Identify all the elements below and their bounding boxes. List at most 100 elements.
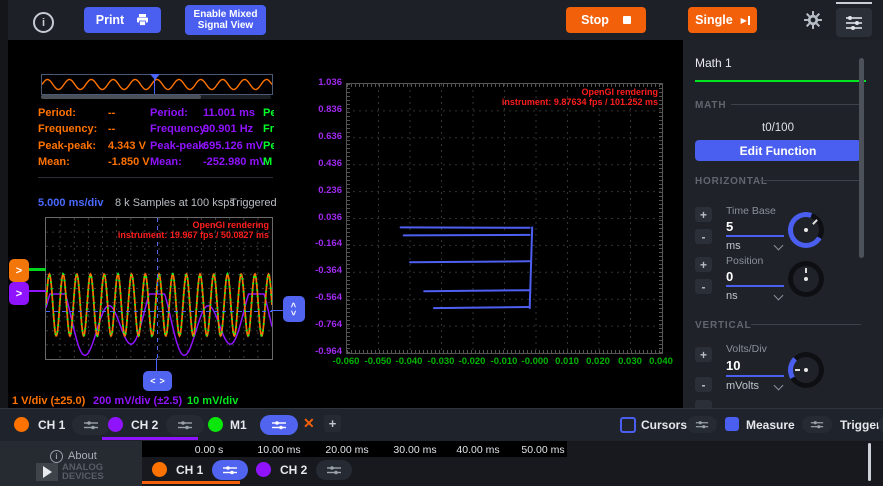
- footer-ch2-settings-pill[interactable]: [316, 460, 352, 480]
- timebase-increment-button[interactable]: +: [695, 207, 712, 222]
- voltsdiv-increment-button[interactable]: +: [695, 347, 712, 362]
- xy-y-tick-label: 0.436: [296, 158, 342, 169]
- logo-line2: DEVICES: [62, 472, 104, 481]
- position-value[interactable]: 0: [726, 269, 733, 284]
- timebase-knob[interactable]: [788, 212, 824, 248]
- ch1-frequency-label: Frequency:: [38, 123, 97, 135]
- channel-tab-ch2[interactable]: CH 2: [131, 418, 158, 432]
- timebase-unit-select[interactable]: ms: [726, 240, 741, 252]
- m1-measurement-truncated: Fr: [263, 123, 274, 135]
- xy-plot[interactable]: OpenGl rendering instrument: 9.87634 fps…: [346, 83, 663, 354]
- scope-plot[interactable]: OpenGl rendering instrument: 19.967 fps …: [45, 217, 273, 360]
- menu-button[interactable]: [836, 8, 872, 37]
- ch2-mean-value: -252.980 mV: [203, 156, 267, 168]
- voltsdiv-knob[interactable]: [788, 352, 824, 388]
- position-decrement-button[interactable]: -: [695, 279, 712, 294]
- footer-time-label: 40.00 ms: [444, 444, 512, 456]
- cursors-settings-pill[interactable]: [687, 416, 717, 433]
- ch2-color-dot: [108, 417, 123, 432]
- acquisition-preview[interactable]: [41, 74, 273, 95]
- sliders-icon: [695, 420, 709, 429]
- m1-measurement-truncated: Pe: [263, 107, 274, 119]
- position-knob[interactable]: [788, 261, 824, 297]
- measure-label[interactable]: Measure: [746, 418, 795, 432]
- measure-checkbox[interactable]: [725, 417, 739, 431]
- ch2-frequency-value: 90.901 Hz: [203, 123, 253, 135]
- ch2-frequency-label: Frequency:: [150, 123, 209, 135]
- position-increment-button[interactable]: +: [695, 257, 712, 272]
- info-icon[interactable]: i: [33, 12, 54, 33]
- gear-icon[interactable]: [803, 10, 823, 35]
- preview-cursor-handle[interactable]: [150, 74, 160, 80]
- sliders-icon: [810, 420, 824, 429]
- next-control-partial-button[interactable]: [695, 400, 712, 408]
- footer-time-label: 0.00 s: [175, 444, 243, 456]
- xy-y-tick-label: -0.364: [296, 265, 342, 276]
- voltsdiv-decrement-button[interactable]: -: [695, 377, 712, 392]
- position-label: Position: [726, 255, 763, 267]
- chevron-down-icon: >: [290, 310, 298, 315]
- single-button[interactable]: Single ▶: [688, 7, 757, 33]
- ch1-peak-label: Peak-peak:: [38, 140, 96, 152]
- timebase-decrement-button[interactable]: -: [695, 229, 712, 244]
- v-cursor-stem: [156, 358, 157, 372]
- xy-y-tick-label: 0.836: [296, 104, 342, 115]
- stop-button[interactable]: Stop: [566, 7, 646, 33]
- single-button-label: Single: [695, 13, 733, 27]
- xy-opengl-overlay-line1: OpenGl rendering: [581, 87, 658, 97]
- about-link[interactable]: About: [68, 450, 97, 462]
- math-section-header: MATH: [695, 100, 726, 111]
- edit-function-button[interactable]: Edit Function: [695, 140, 861, 161]
- oscilloscope-app: i Print Enable Mixed Signal View Stop Si…: [0, 0, 883, 486]
- xy-x-tick-label: 0.040: [640, 356, 682, 367]
- cursors-checkbox[interactable]: [620, 417, 636, 433]
- minus-icon: -: [702, 230, 706, 244]
- plus-icon: +: [700, 258, 707, 272]
- position-unit-select[interactable]: ns: [726, 290, 738, 302]
- xy-y-tick-label: -0.564: [296, 292, 342, 303]
- channel-tab-m1[interactable]: M1: [230, 418, 247, 432]
- timebase-label: Time Base: [726, 205, 776, 217]
- footer-time-label: 50.00 ms: [509, 444, 577, 456]
- voltsdiv-value[interactable]: 10: [726, 358, 740, 373]
- menu-active-indicator: [836, 2, 872, 4]
- enable-mixed-signal-label: Enable Mixed Signal View: [189, 9, 262, 31]
- panel-title-underline: [695, 80, 866, 82]
- print-button[interactable]: Print: [84, 7, 161, 33]
- edit-function-label: Edit Function: [740, 144, 817, 158]
- stop-button-label: Stop: [581, 13, 609, 27]
- sliders-icon: [177, 420, 193, 430]
- m1-close-icon[interactable]: ✕: [303, 415, 315, 432]
- voltsdiv-unit-select[interactable]: mVolts: [726, 380, 759, 392]
- preview-scrollbar-thumb[interactable]: [41, 95, 201, 99]
- timebase-readout: 5.000 ms/div: [38, 197, 103, 209]
- sliders-icon: [326, 465, 342, 475]
- horizontal-position-handle[interactable]: < >: [143, 371, 172, 391]
- ch1-scale-label: 1 V/div (±25.0): [12, 395, 85, 407]
- cursors-label[interactable]: Cursors: [641, 418, 687, 432]
- chevron-right-icon: >: [16, 265, 22, 277]
- footer-channel-tab-ch1[interactable]: CH 1: [176, 463, 203, 477]
- m1-measurement-truncated: Pe: [263, 140, 274, 152]
- add-channel-button[interactable]: +: [324, 415, 341, 432]
- enable-mixed-signal-button[interactable]: Enable Mixed Signal View: [185, 5, 266, 35]
- footer-channel-tab-ch2[interactable]: CH 2: [280, 463, 307, 477]
- ch1-settings-pill[interactable]: [72, 415, 110, 435]
- ch1-offset-handle[interactable]: >: [9, 259, 29, 282]
- printer-icon: [136, 14, 149, 26]
- timebase-value[interactable]: 5: [726, 219, 733, 234]
- channel-tab-ch1[interactable]: CH 1: [38, 418, 65, 432]
- vertical-section-rule: [751, 324, 861, 325]
- footer-scrollbar[interactable]: [868, 443, 871, 481]
- footer-ch1-color-dot: [152, 462, 167, 477]
- ch2-settings-pill[interactable]: [166, 415, 204, 435]
- panel-scrollbar[interactable]: [859, 58, 864, 258]
- m1-settings-pill[interactable]: [260, 415, 298, 435]
- minus-icon: -: [702, 280, 706, 294]
- measure-settings-pill[interactable]: [802, 416, 832, 433]
- trigger-label[interactable]: Trigger: [840, 418, 881, 432]
- footer-ch1-settings-pill[interactable]: [212, 460, 248, 480]
- footer-ch1-active-underline: [142, 481, 240, 484]
- ch2-offset-handle[interactable]: >: [9, 282, 29, 305]
- sliders-icon: [83, 420, 99, 430]
